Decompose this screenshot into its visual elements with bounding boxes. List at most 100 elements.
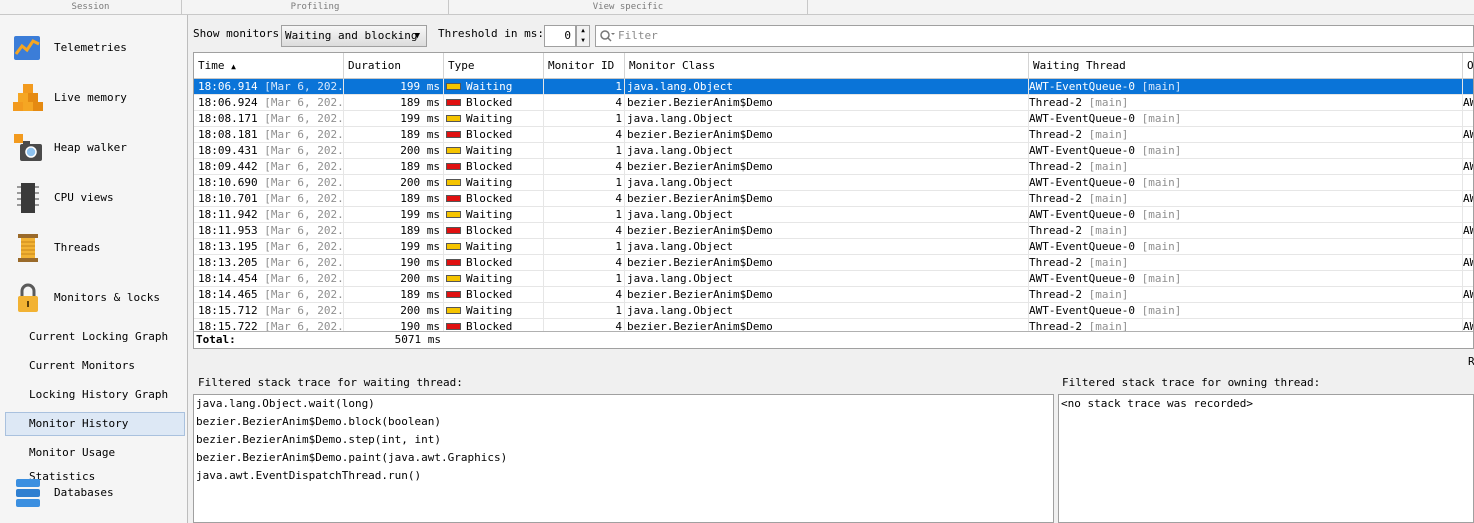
spinner-up-icon[interactable]: ▲ bbox=[577, 26, 589, 36]
sidebar-item-monitors-locks[interactable]: Monitors & locks bbox=[0, 275, 187, 321]
sidebar-item-telemetries[interactable]: Telemetries bbox=[0, 25, 187, 71]
show-monitors-label: Show monitors: bbox=[193, 27, 286, 40]
table-row[interactable]: 18:10.701 [Mar 6, 202...189 msBlocked4be… bbox=[194, 191, 1473, 207]
cell-duration: 189 ms bbox=[344, 127, 444, 143]
sidebar-subitem-monitor-history[interactable]: Monitor History bbox=[5, 412, 185, 436]
threshold-spinner[interactable]: ▲ ▼ bbox=[576, 25, 590, 47]
table-row[interactable]: 18:09.442 [Mar 6, 202...189 msBlocked4be… bbox=[194, 159, 1473, 175]
spinner-down-icon[interactable]: ▼ bbox=[577, 36, 589, 46]
stack-frame[interactable]: java.awt.EventDispatchThread.run() bbox=[194, 467, 1053, 485]
cell-time: 18:08.181 [Mar 6, 202... bbox=[194, 127, 344, 143]
stack-frame[interactable]: java.lang.Object.wait(long) bbox=[194, 395, 1053, 413]
owning-stack-title: Filtered stack trace for owning thread: bbox=[1062, 376, 1321, 389]
cell-monitor-id: 1 bbox=[544, 111, 625, 127]
cell-owning-thread bbox=[1463, 271, 1473, 287]
stack-frame[interactable]: bezier.BezierAnim$Demo.block(boolean) bbox=[194, 413, 1053, 431]
cell-type: Waiting bbox=[444, 111, 544, 127]
cell-monitor-class: bezier.BezierAnim$Demo bbox=[625, 191, 1029, 207]
sidebar-item-label: Databases bbox=[54, 486, 114, 499]
type-color-swatch bbox=[446, 227, 461, 234]
column-header-monitor-id[interactable]: Monitor ID bbox=[544, 53, 625, 79]
sidebar-subitem-locking-history-graph[interactable]: Locking History Graph bbox=[5, 383, 185, 407]
table-row[interactable]: 18:14.454 [Mar 6, 202...200 msWaiting1ja… bbox=[194, 271, 1473, 287]
cell-owning-thread: AW bbox=[1463, 224, 1473, 237]
table-row[interactable]: 18:15.722 [Mar 6, 202...190 msBlocked4be… bbox=[194, 319, 1473, 331]
threshold-input[interactable]: 0 bbox=[544, 25, 576, 47]
sort-ascending-icon: ▲ bbox=[231, 62, 236, 71]
table-row[interactable]: 18:11.953 [Mar 6, 202...189 msBlocked4be… bbox=[194, 223, 1473, 239]
sidebar-item-databases[interactable]: Databases bbox=[0, 470, 187, 516]
cell-monitor-class: java.lang.Object bbox=[625, 79, 1029, 95]
cell-monitor-class: bezier.BezierAnim$Demo bbox=[625, 159, 1029, 175]
sidebar-item-threads[interactable]: Threads bbox=[0, 225, 187, 271]
table-row[interactable]: 18:10.690 [Mar 6, 202...200 msWaiting1ja… bbox=[194, 175, 1473, 191]
sidebar-item-label: Heap walker bbox=[54, 141, 127, 154]
cell-monitor-id: 1 bbox=[544, 303, 625, 319]
cell-waiting-thread: Thread-2 [main] bbox=[1029, 319, 1463, 331]
table-row[interactable]: 18:09.431 [Mar 6, 202...200 msWaiting1ja… bbox=[194, 143, 1473, 159]
table-row[interactable]: 18:15.712 [Mar 6, 202...200 msWaiting1ja… bbox=[194, 303, 1473, 319]
sidebar-item-live-memory[interactable]: Live memory bbox=[0, 75, 187, 121]
lock-icon bbox=[18, 283, 38, 312]
cell-type: Blocked bbox=[444, 287, 544, 303]
column-header-monitor-class[interactable]: Monitor Class bbox=[625, 53, 1029, 79]
cell-monitor-class: java.lang.Object bbox=[625, 207, 1029, 223]
show-monitors-value: Waiting and blocking bbox=[285, 29, 418, 42]
table-row[interactable]: 18:06.924 [Mar 6, 202...189 msBlocked4be… bbox=[194, 95, 1473, 111]
table-row[interactable]: 18:11.942 [Mar 6, 202...199 msWaiting1ja… bbox=[194, 207, 1473, 223]
sidebar-item-heap-walker[interactable]: Heap walker bbox=[0, 125, 187, 171]
toolbar: Show monitors: Waiting and blocking ▼ Th… bbox=[188, 15, 1474, 51]
cell-time: 18:13.205 [Mar 6, 202... bbox=[194, 255, 344, 271]
cell-owning-thread: AW bbox=[1463, 192, 1473, 205]
sidebar-subitem-current-locking-graph[interactable]: Current Locking Graph bbox=[5, 325, 185, 349]
thread-spool-icon bbox=[18, 234, 38, 262]
cell-time: 18:08.171 [Mar 6, 202... bbox=[194, 111, 344, 127]
cell-monitor-id: 4 bbox=[544, 159, 625, 175]
cell-waiting-thread: Thread-2 [main] bbox=[1029, 95, 1463, 111]
show-monitors-select[interactable]: Waiting and blocking ▼ bbox=[281, 25, 427, 47]
sidebar-subitem-current-monitors[interactable]: Current Monitors bbox=[5, 354, 185, 378]
waiting-stack-trace-panel[interactable]: java.lang.Object.wait(long) bezier.Bezier… bbox=[193, 394, 1054, 523]
cell-time: 18:09.431 [Mar 6, 202... bbox=[194, 143, 344, 159]
cell-duration: 199 ms bbox=[344, 111, 444, 127]
table-row[interactable]: 18:06.914 [Mar 6, 202...199 msWaiting1ja… bbox=[194, 79, 1473, 95]
column-header-time[interactable]: Time ▲ bbox=[194, 53, 344, 79]
cell-duration: 199 ms bbox=[344, 207, 444, 223]
table-row[interactable]: 18:13.195 [Mar 6, 202...199 msWaiting1ja… bbox=[194, 239, 1473, 255]
table-row[interactable]: 18:08.181 [Mar 6, 202...189 msBlocked4be… bbox=[194, 127, 1473, 143]
cell-time: 18:15.712 [Mar 6, 202... bbox=[194, 303, 344, 319]
table-row[interactable]: 18:14.465 [Mar 6, 202...189 msBlocked4be… bbox=[194, 287, 1473, 303]
column-header-owning-thread[interactable]: Ow bbox=[1463, 53, 1473, 79]
cell-owning-thread bbox=[1463, 79, 1473, 95]
cell-time: 18:09.442 [Mar 6, 202... bbox=[194, 159, 344, 175]
cell-waiting-thread: Thread-2 [main] bbox=[1029, 287, 1463, 303]
column-header-type[interactable]: Type bbox=[444, 53, 544, 79]
chevron-down-icon: ▼ bbox=[414, 31, 420, 41]
owning-stack-trace-panel[interactable]: <no stack trace was recorded> bbox=[1058, 394, 1474, 523]
cell-monitor-id: 1 bbox=[544, 271, 625, 287]
total-row: Total: 5071 ms bbox=[194, 331, 1473, 348]
total-value: 5071 ms bbox=[394, 333, 441, 346]
table-row[interactable]: 18:08.171 [Mar 6, 202...199 msWaiting1ja… bbox=[194, 111, 1473, 127]
cell-time: 18:06.924 [Mar 6, 202... bbox=[194, 95, 344, 111]
stack-frame[interactable]: bezier.BezierAnim$Demo.step(int, int) bbox=[194, 431, 1053, 449]
right-edge-label: R bbox=[1468, 355, 1474, 368]
filter-placeholder: Filter bbox=[618, 29, 658, 42]
stack-frame[interactable]: <no stack trace was recorded> bbox=[1059, 395, 1473, 413]
column-header-waiting-thread[interactable]: Waiting Thread bbox=[1029, 53, 1463, 79]
cell-waiting-thread: Thread-2 [main] bbox=[1029, 223, 1463, 239]
cell-waiting-thread: AWT-EventQueue-0 [main] bbox=[1029, 303, 1463, 319]
sidebar-subitem-monitor-usage-statistics[interactable]: Monitor Usage Statistics bbox=[5, 441, 185, 483]
threshold-label: Threshold in ms: bbox=[438, 27, 544, 40]
column-header-duration[interactable]: Duration bbox=[344, 53, 444, 79]
sidebar-item-cpu-views[interactable]: CPU views bbox=[0, 175, 187, 221]
stack-frame[interactable]: bezier.BezierAnim$Demo.paint(java.awt.Gr… bbox=[194, 449, 1053, 467]
waiting-stack-title: Filtered stack trace for waiting thread: bbox=[198, 376, 463, 389]
cell-waiting-thread: AWT-EventQueue-0 [main] bbox=[1029, 175, 1463, 191]
cell-time: 18:10.690 [Mar 6, 202... bbox=[194, 175, 344, 191]
type-color-swatch bbox=[446, 323, 461, 330]
cell-waiting-thread: Thread-2 [main] bbox=[1029, 159, 1463, 175]
filter-input[interactable]: Filter bbox=[595, 25, 1474, 47]
heap-walker-icon bbox=[14, 134, 42, 161]
table-row[interactable]: 18:13.205 [Mar 6, 202...190 msBlocked4be… bbox=[194, 255, 1473, 271]
